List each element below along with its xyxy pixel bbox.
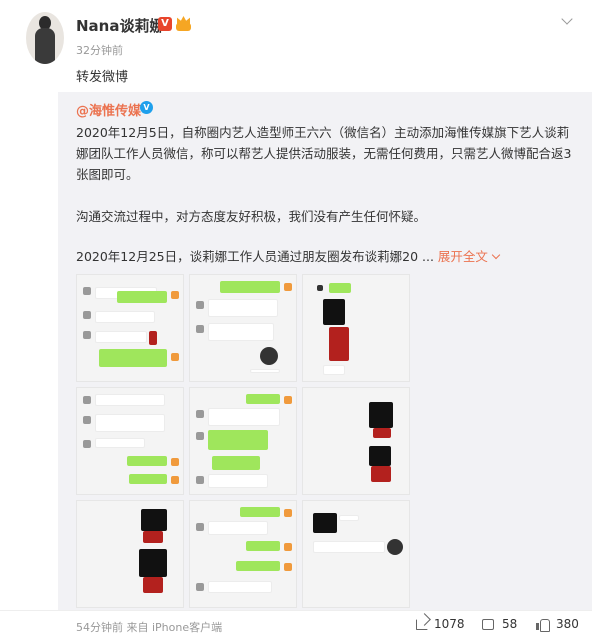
repost-count[interactable]: 1078	[434, 617, 465, 631]
like-count[interactable]: 380	[556, 617, 579, 631]
repost-text: 转发微博	[76, 70, 129, 85]
comment-icon[interactable]	[482, 619, 494, 630]
post-paragraph: 沟通交流过程中，对方态度友好积极，我们没有产生任何怀疑。	[76, 209, 427, 224]
verified-v-icon: V	[158, 17, 172, 31]
image-grid	[76, 274, 416, 614]
photo-thumbnail[interactable]	[302, 387, 410, 495]
chat-screenshot-thumbnail[interactable]	[76, 274, 184, 382]
like-icon[interactable]	[536, 619, 550, 632]
weibo-post-card: Nana谈莉娜 V 32分钟前 转发微博 @海惟传媒 V 2020年12月5日，…	[0, 0, 592, 636]
chevron-down-icon[interactable]	[561, 14, 573, 26]
comment-count[interactable]: 58	[502, 617, 517, 631]
post-paragraph: 2020年12月5日，自称圈内艺人造型师王六六（微信名）主动添加海惟传媒旗下艺人…	[76, 125, 572, 182]
original-author-link[interactable]: @海惟传媒	[76, 100, 141, 119]
post-header: Nana谈莉娜 V 32分钟前 转发微博	[0, 0, 592, 92]
reposted-content: @海惟传媒 V 2020年12月5日，自称圈内艺人造型师王六六（微信名）主动添加…	[58, 92, 592, 610]
chevron-down-icon	[491, 250, 501, 260]
post-time[interactable]: 32分钟前	[76, 42, 123, 58]
photo-thumbnail[interactable]	[302, 274, 410, 382]
chat-screenshot-thumbnail[interactable]	[302, 500, 410, 608]
chat-screenshot-thumbnail[interactable]	[189, 387, 297, 495]
share-icon[interactable]	[416, 619, 428, 630]
post-footer: 54分钟前 来自 iPhone客户端 1078 58 380	[0, 610, 592, 636]
post-source: 54分钟前 来自 iPhone客户端	[76, 621, 223, 634]
verified-v-icon: V	[140, 101, 153, 114]
chat-screenshot-thumbnail[interactable]	[189, 274, 297, 382]
expand-full-text-link[interactable]: 展开全文	[438, 249, 501, 264]
chat-screenshot-thumbnail[interactable]	[76, 387, 184, 495]
member-crown-icon[interactable]	[175, 16, 192, 32]
truncated-text: 2020年12月25日，谈莉娜工作人员通过朋友圈发布谈莉娜20 ...	[76, 249, 434, 264]
user-name[interactable]: Nana谈莉娜	[76, 15, 164, 36]
chat-screenshot-thumbnail[interactable]	[189, 500, 297, 608]
avatar[interactable]	[26, 12, 64, 64]
photo-thumbnail[interactable]	[76, 500, 184, 608]
post-paragraph-truncated: 2020年12月25日，谈莉娜工作人员通过朋友圈发布谈莉娜20 ... 展开全文	[76, 246, 576, 267]
